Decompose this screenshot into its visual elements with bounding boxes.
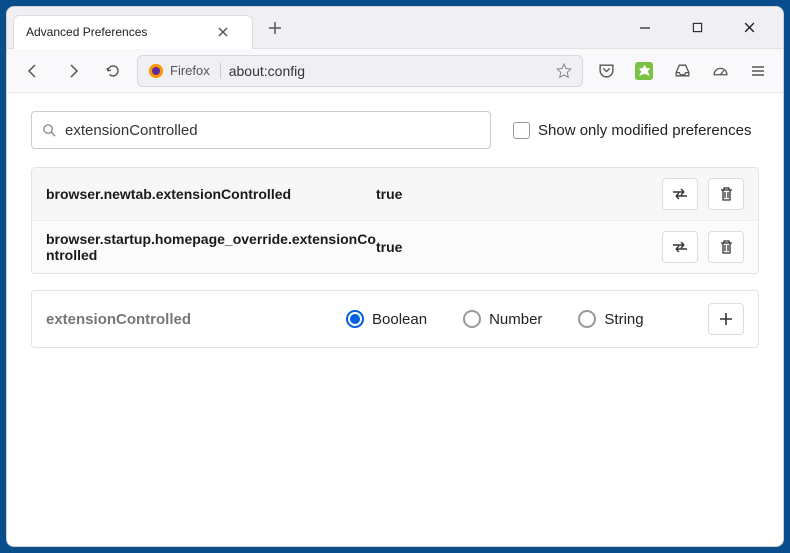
pref-value: true [376, 186, 662, 202]
tab-title: Advanced Preferences [26, 25, 147, 39]
pref-name: browser.startup.homepage_override.extens… [46, 231, 376, 263]
browser-tab[interactable]: Advanced Preferences [13, 15, 253, 49]
firefox-logo-icon [148, 63, 164, 79]
config-search-input[interactable] [65, 122, 480, 139]
minimize-button[interactable] [625, 13, 665, 43]
pref-value: true [376, 239, 662, 255]
radio-number[interactable]: Number [463, 310, 542, 328]
menu-button[interactable] [743, 56, 773, 86]
delete-button[interactable] [708, 231, 744, 263]
delete-button[interactable] [708, 178, 744, 210]
extension-icon[interactable] [629, 56, 659, 86]
close-window-button[interactable] [729, 13, 769, 43]
add-button[interactable] [708, 303, 744, 335]
radio-boolean[interactable]: Boolean [346, 310, 427, 328]
radio-input[interactable] [578, 310, 596, 328]
search-icon [42, 123, 57, 138]
new-pref-row: extensionControlled Boolean Number Strin… [31, 290, 759, 348]
pref-row: browser.startup.homepage_override.extens… [32, 220, 758, 273]
content-area: Show only modified preferences browser.n… [7, 93, 783, 546]
url-input[interactable] [229, 63, 548, 79]
new-tab-button[interactable] [261, 14, 289, 42]
toolbar: Firefox [7, 49, 783, 93]
close-tab-icon[interactable] [217, 26, 229, 38]
window-controls [625, 13, 777, 43]
pocket-icon[interactable] [591, 56, 621, 86]
modified-only-checkbox-wrap[interactable]: Show only modified preferences [513, 122, 751, 139]
modified-only-checkbox[interactable] [513, 122, 530, 139]
radio-label: Boolean [372, 311, 427, 328]
toggle-button[interactable] [662, 231, 698, 263]
url-bar[interactable]: Firefox [137, 55, 583, 87]
radio-string[interactable]: String [578, 310, 643, 328]
radio-label: Number [489, 311, 542, 328]
toolbar-icons [591, 56, 773, 86]
pref-name: browser.newtab.extensionControlled [46, 186, 376, 202]
maximize-button[interactable] [677, 13, 717, 43]
modified-only-label: Show only modified preferences [538, 122, 751, 139]
radio-label: String [604, 311, 643, 328]
pref-actions [662, 178, 744, 210]
radio-input[interactable] [346, 310, 364, 328]
back-button[interactable] [17, 55, 49, 87]
type-radio-group: Boolean Number String [346, 310, 708, 328]
pref-results: browser.newtab.extensionControlled true … [31, 167, 759, 274]
radio-input[interactable] [463, 310, 481, 328]
titlebar: Advanced Preferences [7, 7, 783, 49]
new-pref-name: extensionControlled [46, 311, 346, 328]
forward-button[interactable] [57, 55, 89, 87]
toggle-button[interactable] [662, 178, 698, 210]
bookmark-star-icon[interactable] [556, 63, 572, 79]
identity-label: Firefox [170, 63, 210, 78]
pref-actions [662, 231, 744, 263]
inbox-icon[interactable] [667, 56, 697, 86]
dashboard-icon[interactable] [705, 56, 735, 86]
config-search-box[interactable] [31, 111, 491, 149]
reload-button[interactable] [97, 55, 129, 87]
pref-row: browser.newtab.extensionControlled true [32, 168, 758, 220]
app-window: Advanced Preferences [6, 6, 784, 547]
identity-box[interactable]: Firefox [148, 63, 221, 79]
search-row: Show only modified preferences [31, 111, 759, 149]
